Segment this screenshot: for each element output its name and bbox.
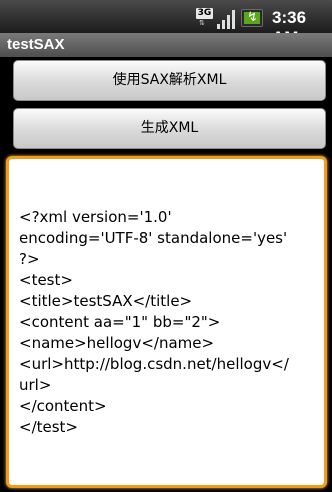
generate-xml-button[interactable]: 生成XML	[13, 108, 326, 149]
app-title: testSAX	[7, 36, 65, 53]
data-arrows-icon: ⇅	[199, 19, 205, 27]
3g-data-icon: 3G ⇅	[196, 8, 213, 27]
parse-with-sax-button[interactable]: 使用SAX解析XML	[13, 60, 326, 101]
charging-bolt-icon: ↯	[247, 10, 258, 25]
xml-output-text: <?xml version='1.0' encoding='UTF-8' sta…	[19, 208, 289, 436]
battery-charging-icon: ↯	[241, 9, 263, 27]
network-type-label: 3G	[196, 8, 213, 19]
status-bar: 3G ⇅ ↯ 3:36 AM	[0, 0, 332, 47]
signal-strength-icon	[217, 10, 235, 29]
app-title-bar: testSAX	[0, 33, 332, 57]
xml-output-field[interactable]: <?xml version='1.0' encoding='UTF-8' sta…	[6, 156, 327, 488]
